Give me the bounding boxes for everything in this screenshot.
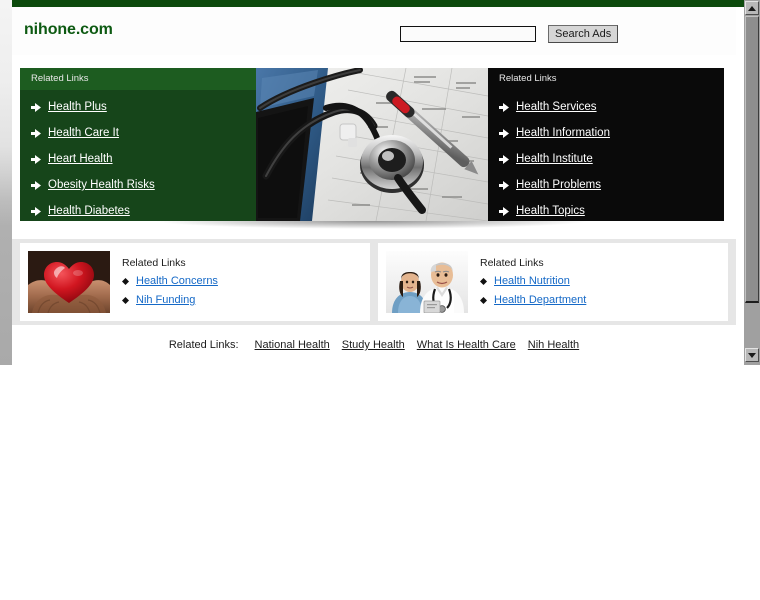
- list-item[interactable]: Health Plus: [31, 94, 256, 120]
- banner-left-link[interactable]: Health Plus: [48, 94, 107, 120]
- doctors-photo: [386, 251, 468, 313]
- search-input[interactable]: [400, 26, 536, 42]
- list-item[interactable]: Health Concerns: [122, 272, 362, 291]
- arrow-right-icon: [499, 180, 509, 190]
- banner-left-link-list: Health Plus Health Care It Heart Health: [20, 90, 256, 221]
- vertical-scrollbar[interactable]: [744, 0, 760, 365]
- heart-in-hands-image: [28, 251, 110, 313]
- arrow-right-icon: [499, 128, 509, 138]
- card-link[interactable]: Health Nutrition: [494, 275, 570, 287]
- page-root: nihone.com Search Ads Related Links Heal…: [0, 0, 760, 600]
- banner-right-link[interactable]: Health Problems: [516, 172, 601, 198]
- arrow-right-icon: [499, 154, 509, 164]
- bullet-diamond-icon: [480, 277, 487, 285]
- list-item[interactable]: Health Services: [499, 94, 724, 120]
- stethoscope-photo: [256, 68, 488, 221]
- bullet-diamond-icon: [122, 296, 129, 304]
- footer-link[interactable]: Nih Health: [528, 339, 579, 351]
- card-body: Related Links Health Concerns Nih Fundin…: [122, 255, 362, 310]
- list-item[interactable]: Health Topics: [499, 198, 724, 221]
- list-item[interactable]: Health Nutrition: [480, 272, 720, 291]
- site-header: nihone.com Search Ads: [12, 7, 736, 55]
- scroll-down-button[interactable]: [745, 348, 759, 362]
- banner-left-link[interactable]: Obesity Health Risks: [48, 172, 155, 198]
- banner-left-link[interactable]: Health Diabetes: [48, 198, 130, 221]
- banner-left-link[interactable]: Heart Health: [48, 146, 113, 172]
- card-link-list: Health Nutrition Health Department: [480, 272, 720, 310]
- arrow-right-icon: [31, 154, 41, 164]
- banner-right-link-list: Health Services Health Information Healt…: [488, 90, 724, 221]
- list-item[interactable]: Obesity Health Risks: [31, 172, 256, 198]
- triangle-down-icon: [748, 352, 756, 358]
- list-item[interactable]: Health Care It: [31, 120, 256, 146]
- arrow-right-icon: [499, 102, 509, 112]
- footer-related-links: Related Links: National Health Study Hea…: [12, 325, 736, 365]
- doctors-image: [386, 251, 468, 313]
- arrow-right-icon: [31, 102, 41, 112]
- ad-banner: Related Links Health Plus Health Care It: [20, 68, 724, 221]
- bullet-diamond-icon: [122, 277, 129, 285]
- banner-center-image: [256, 68, 488, 221]
- triangle-up-icon: [748, 5, 756, 11]
- bullet-diamond-icon: [480, 296, 487, 304]
- card-link[interactable]: Health Department: [494, 294, 586, 306]
- card-title: Related Links: [480, 256, 544, 269]
- card-link-list: Health Concerns Nih Funding: [122, 272, 362, 310]
- footer-link[interactable]: Study Health: [342, 339, 405, 351]
- card-title: Related Links: [122, 256, 186, 269]
- banner-left-title: Related Links: [20, 68, 256, 90]
- heart-photo: [28, 251, 110, 313]
- site-brand: nihone.com: [24, 21, 113, 38]
- footer-link[interactable]: What Is Health Care: [417, 339, 516, 351]
- list-item[interactable]: Nih Funding: [122, 291, 362, 310]
- card-heart: Related Links Health Concerns Nih Fundin…: [20, 243, 370, 321]
- search-ads-button[interactable]: Search Ads: [548, 25, 619, 43]
- list-item[interactable]: Health Problems: [499, 172, 724, 198]
- banner-right-panel: Related Links Health Services Health Inf…: [488, 68, 724, 221]
- scrollbar-thumb[interactable]: [745, 16, 759, 303]
- arrow-right-icon: [31, 180, 41, 190]
- card-body: Related Links Health Nutrition Health De…: [480, 255, 720, 310]
- list-item[interactable]: Health Department: [480, 291, 720, 310]
- arrow-right-icon: [31, 128, 41, 138]
- banner-right-link[interactable]: Health Topics: [516, 198, 585, 221]
- arrow-right-icon: [31, 206, 41, 216]
- banner-left-panel: Related Links Health Plus Health Care It: [20, 68, 256, 221]
- scroll-up-button[interactable]: [745, 1, 759, 15]
- related-links-cards: Related Links Health Concerns Nih Fundin…: [12, 239, 736, 325]
- list-item[interactable]: Health Institute: [499, 146, 724, 172]
- top-green-rule: [12, 0, 748, 7]
- footer-label: Related Links:: [168, 339, 239, 351]
- list-item[interactable]: Health Information: [499, 120, 724, 146]
- list-item[interactable]: Health Diabetes: [31, 198, 256, 221]
- banner-right-link[interactable]: Health Services: [516, 94, 597, 120]
- footer-link[interactable]: National Health: [255, 339, 330, 351]
- banner-right-link[interactable]: Health Information: [516, 120, 610, 146]
- banner-left-link[interactable]: Health Care It: [48, 120, 119, 146]
- list-item[interactable]: Heart Health: [31, 146, 256, 172]
- search-form: Search Ads: [400, 25, 619, 43]
- banner-right-title: Related Links: [488, 68, 724, 90]
- arrow-right-icon: [499, 206, 509, 216]
- banner-right-link[interactable]: Health Institute: [516, 146, 593, 172]
- card-doctors: Related Links Health Nutrition Health De…: [378, 243, 728, 321]
- card-link[interactable]: Nih Funding: [136, 294, 195, 306]
- left-gutter: [0, 0, 12, 365]
- card-link[interactable]: Health Concerns: [136, 275, 218, 287]
